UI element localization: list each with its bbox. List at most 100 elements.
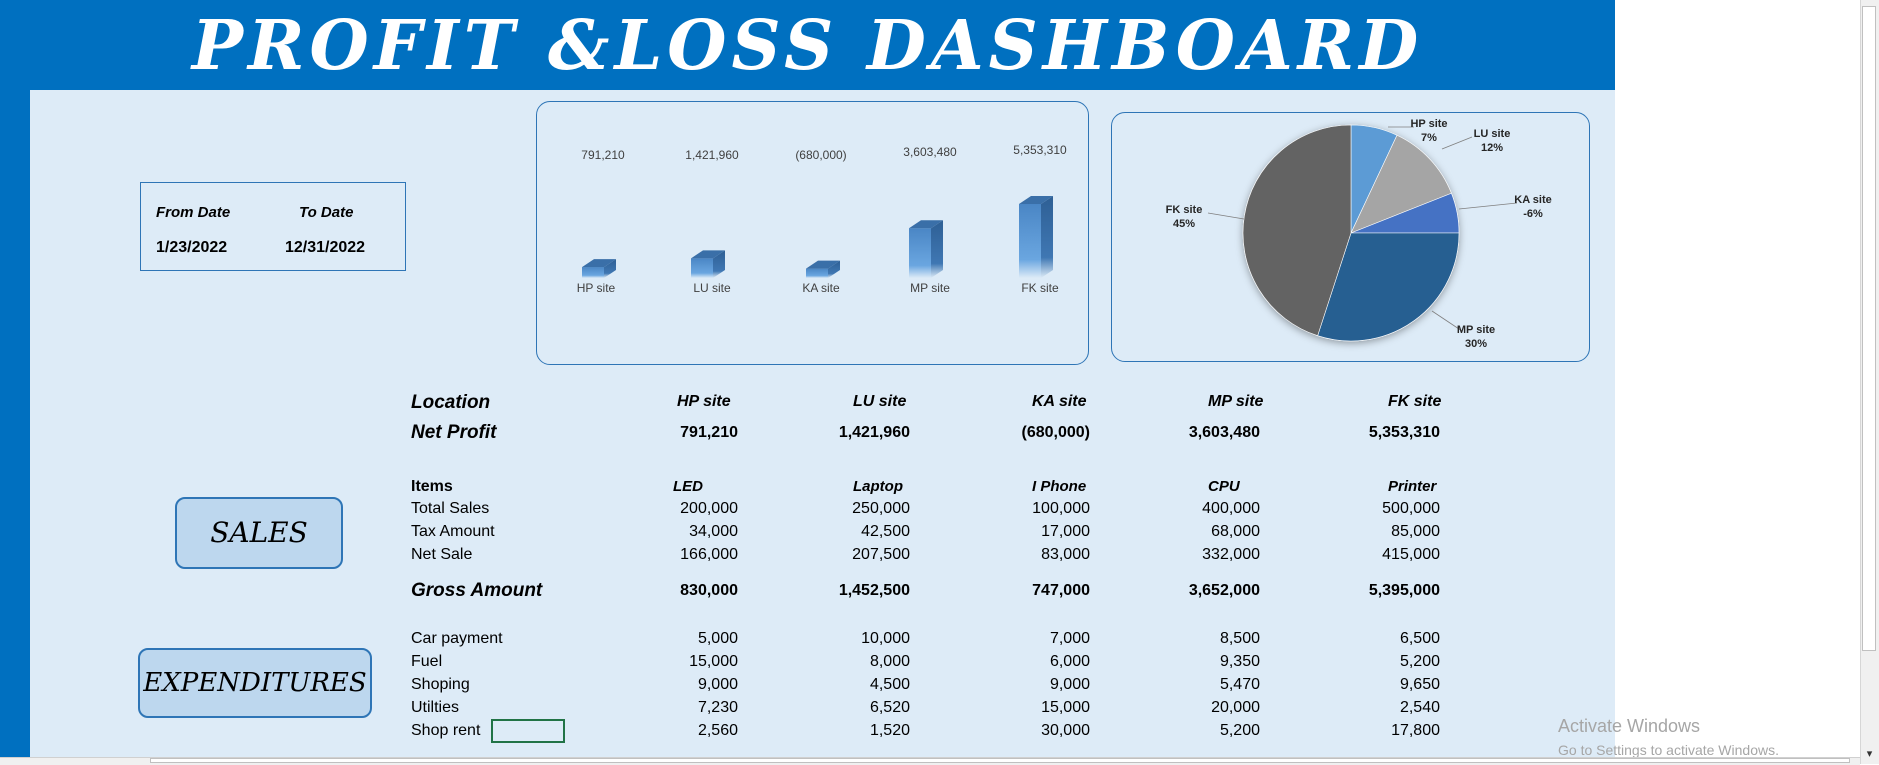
expenditure-cell: 1,520 xyxy=(869,722,910,739)
scroll-down-arrow-icon[interactable]: ▾ xyxy=(1860,744,1879,764)
expenditure-cell: 7,000 xyxy=(1049,630,1090,647)
from-date-label: From Date xyxy=(156,204,231,221)
items-label: Items xyxy=(411,478,453,495)
expenditure-row-label: Car payment xyxy=(411,630,503,647)
expenditure-cell: 8,000 xyxy=(869,653,910,670)
net-profit-bar-chart[interactable]: 791,210 HP site 1,421,960 LU site (680,000) K… xyxy=(536,101,1089,365)
expenditure-cell: 2,540 xyxy=(1399,699,1440,716)
sales-row-label: Tax Amount xyxy=(411,523,495,540)
sales-cell: 200,000 xyxy=(680,500,738,517)
expenditure-row-label: Shoping xyxy=(411,676,470,693)
sales-cell: 415,000 xyxy=(1382,546,1440,563)
gross-amount-value: 1,452,500 xyxy=(838,582,910,599)
sales-cell: 85,000 xyxy=(1391,523,1440,540)
pie-leader-line xyxy=(1441,136,1473,150)
to-date-value[interactable]: 12/31/2022 xyxy=(285,239,365,257)
bar-mp-site[interactable] xyxy=(909,228,931,278)
expenditure-cell: 4,500 xyxy=(869,676,910,693)
bar-value-label: 1,421,960 xyxy=(685,148,739,162)
net-profit-label: Net Profit xyxy=(411,422,497,443)
expenditure-cell: 5,000 xyxy=(697,630,738,647)
pie-label-name: LU site xyxy=(1474,128,1511,140)
pie-label-name: HP site xyxy=(1410,118,1447,130)
sales-cell: 17,000 xyxy=(1041,523,1090,540)
gross-amount-value: 747,000 xyxy=(1032,582,1090,599)
sales-cell: 68,000 xyxy=(1211,523,1260,540)
location-header: LU site xyxy=(853,393,907,410)
pie-label-percent: -6% xyxy=(1523,208,1543,220)
sales-cell: 166,000 xyxy=(680,546,738,563)
bar-ka-site[interactable] xyxy=(806,268,828,278)
dashboard-title: PROFIT &LOSS DASHBOARD xyxy=(191,6,1424,86)
item-header: I Phone xyxy=(1032,478,1087,495)
horizontal-scroll-thumb[interactable] xyxy=(150,758,1850,763)
bar-category-label: FK site xyxy=(1021,281,1059,295)
sales-row-label: Total Sales xyxy=(411,500,490,517)
bar-category-label: KA site xyxy=(802,281,840,295)
item-header: Printer xyxy=(1388,478,1437,495)
pie-label-name: FK site xyxy=(1166,204,1203,216)
location-header: MP site xyxy=(1208,393,1264,410)
net-profit-pie-chart[interactable]: HP site 7% LU site 12% KA site -6% MP site 30% F… xyxy=(1111,112,1590,362)
bar-fk-site[interactable] xyxy=(1019,204,1041,278)
gross-amount-value: 830,000 xyxy=(680,582,738,599)
to-date-label: To Date xyxy=(299,204,354,221)
pie-chart-plot: HP site 7% LU site 12% KA site -6% MP site 30% F… xyxy=(1166,118,1552,350)
expenditure-row-label: Utilties xyxy=(411,699,460,716)
pie-label-percent: 7% xyxy=(1421,132,1437,144)
location-header: KA site xyxy=(1032,393,1087,410)
from-date-value[interactable]: 1/23/2022 xyxy=(156,239,227,257)
bar-value-label: 791,210 xyxy=(581,148,625,162)
expenditures-button[interactable]: EXPENDITURES xyxy=(138,648,372,718)
expenditure-cell: 8,500 xyxy=(1219,630,1260,647)
pie-leader-line xyxy=(1458,202,1518,210)
expenditure-cell: 5,200 xyxy=(1399,653,1440,670)
expenditure-cell: 15,000 xyxy=(1041,699,1090,716)
gross-amount-label: Gross Amount xyxy=(411,580,543,601)
item-header: Laptop xyxy=(853,478,903,495)
pie-label-percent: 12% xyxy=(1481,142,1503,154)
sales-cell: 500,000 xyxy=(1382,500,1440,517)
sales-row-label: Net Sale xyxy=(411,546,473,563)
gross-amount-value: 3,652,000 xyxy=(1188,582,1260,599)
sales-cell: 34,000 xyxy=(689,523,738,540)
bar-side xyxy=(931,220,943,278)
date-range-box xyxy=(140,182,406,271)
sales-cell: 400,000 xyxy=(1202,500,1260,517)
bar-category-label: MP site xyxy=(910,281,950,295)
expenditure-cell: 9,650 xyxy=(1399,676,1440,693)
location-header: FK site xyxy=(1388,393,1442,410)
expenditure-cell: 17,800 xyxy=(1391,722,1440,739)
item-header: CPU xyxy=(1208,478,1240,495)
expenditure-cell: 10,000 xyxy=(861,630,910,647)
sales-cell: 332,000 xyxy=(1202,546,1260,563)
expenditure-cell: 9,000 xyxy=(697,676,738,693)
selected-cell[interactable] xyxy=(491,719,565,743)
expenditure-row-label: Shop rent xyxy=(411,722,481,739)
bar-hp-site[interactable] xyxy=(582,267,604,278)
net-profit-value: 791,210 xyxy=(680,424,738,441)
sales-cell: 100,000 xyxy=(1032,500,1090,517)
pie-leader-line xyxy=(1207,212,1245,220)
bar-lu-site[interactable] xyxy=(691,258,713,278)
location-label: Location xyxy=(411,392,491,413)
expenditure-cell: 9,000 xyxy=(1049,676,1090,693)
sales-button[interactable]: SALES xyxy=(175,497,343,569)
net-profit-value: 5,353,310 xyxy=(1368,424,1440,441)
pie-label-name: MP site xyxy=(1457,324,1495,336)
bar-chart-plot: 791,210 HP site 1,421,960 LU site (680,000) K… xyxy=(577,143,1067,295)
bar-value-label: (680,000) xyxy=(795,148,846,162)
activate-windows-title: Activate Windows xyxy=(1558,716,1701,736)
location-header: HP site xyxy=(677,393,731,410)
gross-amount-value: 5,395,000 xyxy=(1368,582,1440,599)
expenditure-cell: 9,350 xyxy=(1219,653,1260,670)
bar-side xyxy=(1041,196,1053,278)
expenditure-cell: 2,560 xyxy=(697,722,738,739)
bar-value-label: 5,353,310 xyxy=(1013,143,1067,157)
bar-category-label: HP site xyxy=(577,281,616,295)
expenditure-cell: 7,230 xyxy=(697,699,738,716)
net-profit-value: (680,000) xyxy=(1021,424,1091,441)
expenditure-cell: 20,000 xyxy=(1211,699,1260,716)
net-profit-value: 3,603,480 xyxy=(1188,424,1260,441)
vertical-scroll-thumb[interactable] xyxy=(1862,6,1876,651)
